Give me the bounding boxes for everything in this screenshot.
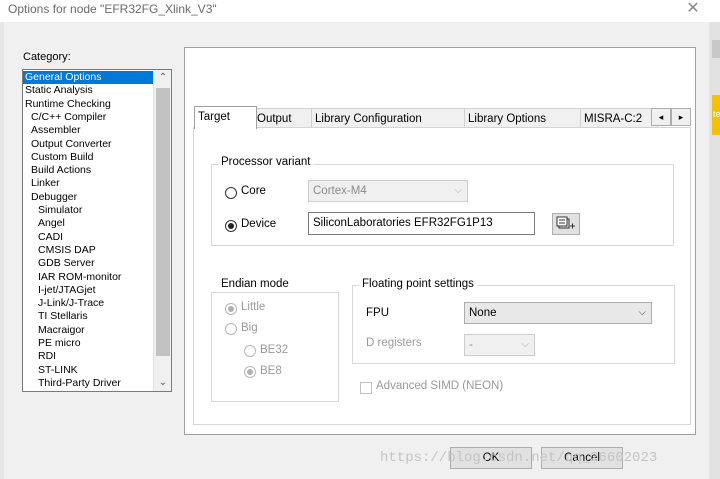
category-item[interactable]: Angel <box>23 217 67 230</box>
category-item[interactable]: Macraigor <box>23 324 87 337</box>
scroll-thumb[interactable] <box>156 88 170 356</box>
category-item[interactable]: Output Converter <box>23 138 114 151</box>
close-button[interactable]: ✕ <box>682 0 704 18</box>
core-label: Core <box>241 185 266 197</box>
fpu-label: FPU <box>366 307 389 319</box>
core-select[interactable]: Cortex-M4 ⌵ <box>308 180 468 202</box>
processor-variant-label: Processor variant <box>218 156 314 168</box>
category-item[interactable]: PE micro <box>23 337 83 350</box>
category-item[interactable]: Static Analysis <box>23 84 95 97</box>
window-title: Options for node "EFR32FG_Xlink_V3" <box>8 2 217 16</box>
tab-scroll-right-icon[interactable]: ▸ <box>671 108 691 126</box>
device-field[interactable]: SiliconLaboratories EFR32FG1P13 <box>308 212 535 235</box>
chevron-down-icon: ⌵ <box>454 185 462 196</box>
category-item[interactable]: Debugger <box>23 191 79 204</box>
background-badge: te <box>712 95 720 135</box>
scroll-down-icon[interactable]: ⌄ <box>154 375 171 391</box>
chevron-down-icon: ⌵ <box>521 339 529 350</box>
category-item[interactable]: Runtime Checking <box>23 98 113 111</box>
be8-radio[interactable] <box>244 366 256 378</box>
background-scrollbar <box>712 40 720 58</box>
d-registers-label: D registers <box>366 337 422 349</box>
tab-misra-c[interactable]: MISRA-C:2 <box>580 108 658 129</box>
device-label: Device <box>241 218 277 230</box>
category-item[interactable]: IAR ROM-monitor <box>23 271 123 284</box>
category-label: Category: <box>23 51 71 63</box>
category-item[interactable]: C/C++ Compiler <box>23 111 108 124</box>
category-item[interactable]: CADI <box>23 231 65 244</box>
scroll-up-icon[interactable]: ⌃ <box>154 70 171 86</box>
d-registers-select[interactable]: - ⌵ <box>464 334 535 356</box>
category-item[interactable]: Assembler <box>23 124 83 137</box>
be32-label: BE32 <box>260 344 289 356</box>
device-radio[interactable] <box>225 220 237 232</box>
d-registers-value: - <box>469 339 473 351</box>
be32-radio[interactable] <box>244 345 256 357</box>
little-label: Little <box>241 301 266 313</box>
tab-library-options[interactable]: Library Options <box>464 108 584 129</box>
category-item[interactable]: GDB Server <box>23 257 97 270</box>
advanced-simd-checkbox[interactable] <box>360 382 372 394</box>
floating-point-label: Floating point settings <box>359 278 477 290</box>
category-item[interactable]: General Options <box>23 71 155 84</box>
device-list-icon <box>556 216 575 229</box>
big-label: Big <box>241 322 258 334</box>
endian-mode-label: Endian mode <box>218 278 292 290</box>
advanced-simd-label: Advanced SIMD (NEON) <box>376 380 504 392</box>
category-item[interactable]: RDI <box>23 350 58 363</box>
fpu-select[interactable]: None ⌵ <box>464 302 652 324</box>
be8-label: BE8 <box>260 365 282 377</box>
target-tab-content: Processor variant Core Cortex-M4 ⌵ Devic… <box>193 127 691 425</box>
chevron-down-icon: ⌵ <box>638 307 646 318</box>
category-item[interactable]: ST-LINK <box>23 364 80 377</box>
left-window-edge <box>0 22 4 479</box>
watermark: https://blog.csdn.net/qq_26602023 <box>380 450 658 466</box>
little-radio[interactable] <box>225 303 237 315</box>
category-item[interactable]: Linker <box>23 177 62 190</box>
big-radio[interactable] <box>225 323 237 335</box>
category-item[interactable]: J-Link/J-Trace <box>23 297 106 310</box>
tab-strip: Target Output Library Configuration Libr… <box>193 106 691 129</box>
category-item[interactable]: TI Stellaris <box>23 310 90 323</box>
category-item[interactable]: Build Actions <box>23 164 93 177</box>
core-select-value: Cortex-M4 <box>313 185 367 197</box>
category-item[interactable]: I-jet/JTAGjet <box>23 284 98 297</box>
category-item[interactable]: Simulator <box>23 204 84 217</box>
background-window-edge <box>709 22 720 479</box>
background-badge-text: te <box>713 109 720 119</box>
tab-output[interactable]: Output <box>253 108 315 129</box>
tab-scroll-left-icon[interactable]: ◂ <box>651 108 671 126</box>
tab-library-configuration[interactable]: Library Configuration <box>311 108 468 129</box>
fpu-select-value: None <box>469 307 497 319</box>
category-item[interactable]: CMSIS DAP <box>23 244 98 257</box>
category-item[interactable]: Third-Party Driver <box>23 377 123 390</box>
category-item[interactable]: Custom Build <box>23 151 95 164</box>
tab-target[interactable]: Target <box>194 106 257 129</box>
category-scrollbar[interactable]: ⌃ ⌄ <box>153 70 171 391</box>
select-device-button[interactable] <box>552 213 580 235</box>
core-radio[interactable] <box>225 187 237 199</box>
category-list[interactable]: Third-Party Driver ST-LINK RDI PE micro Macr… <box>22 69 172 392</box>
